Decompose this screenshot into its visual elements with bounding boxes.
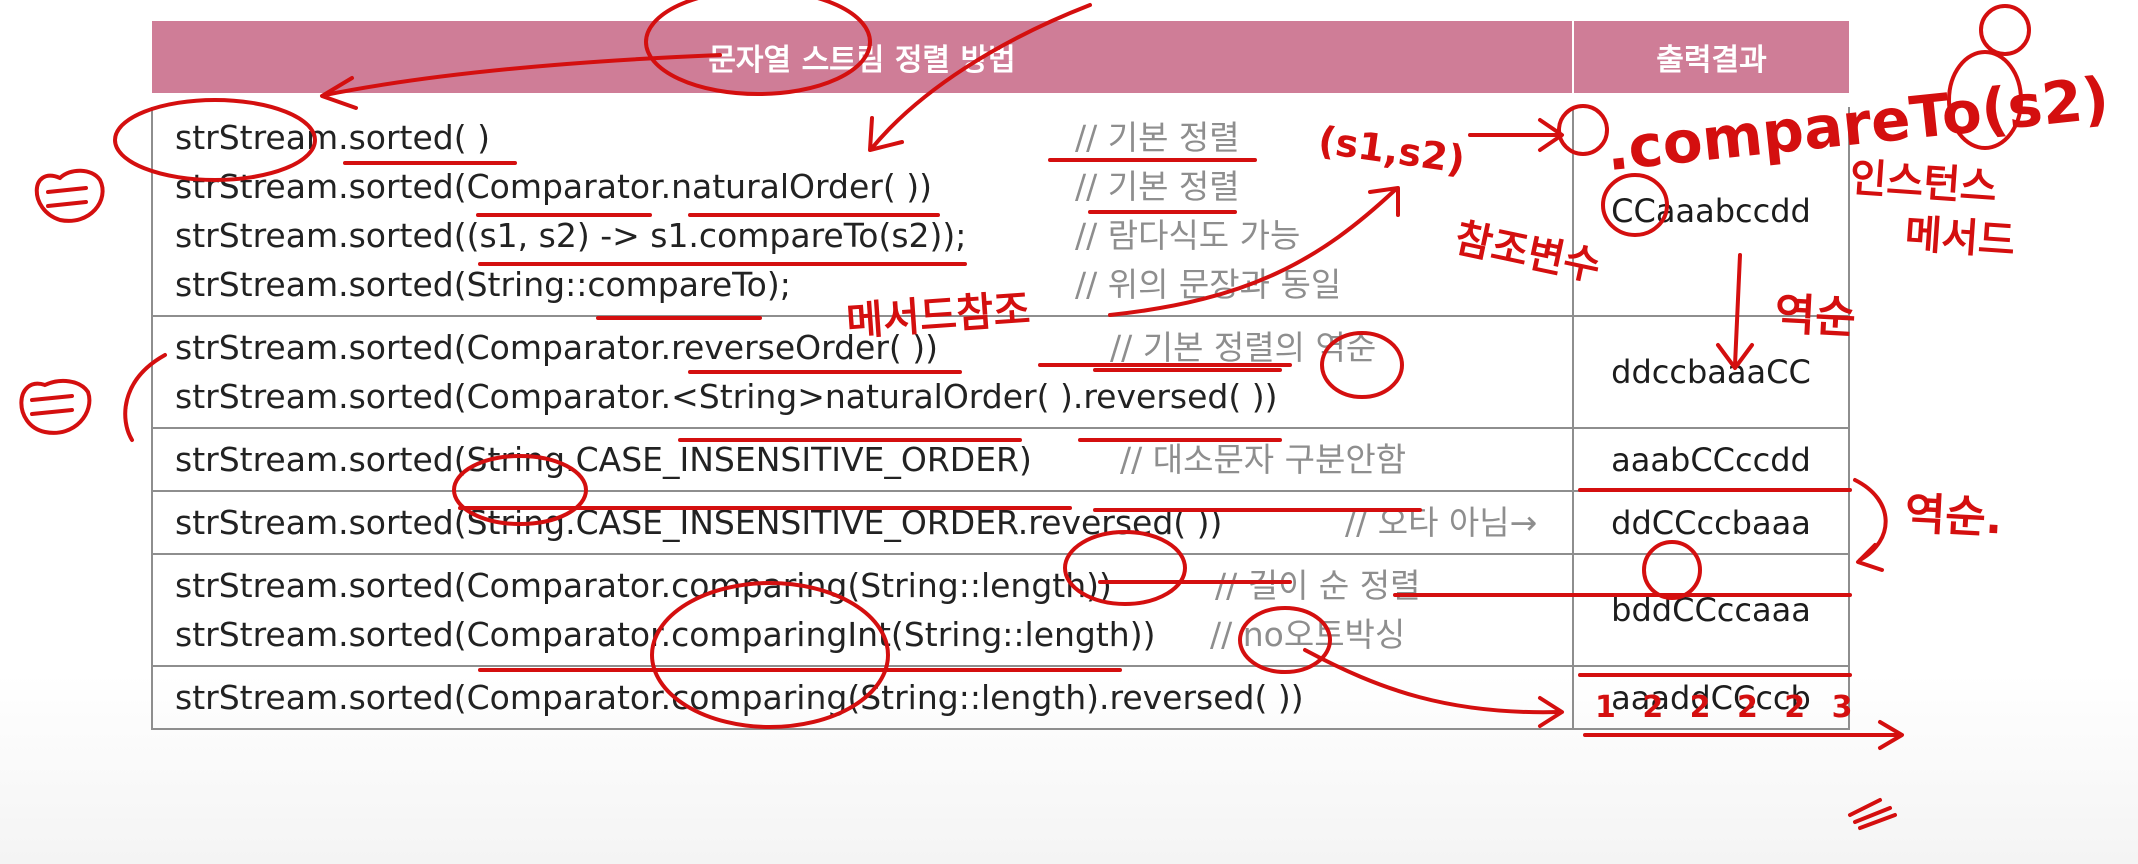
code-text: strStream.sorted(String::compareTo); [175,265,791,304]
method-cell: strStream.sorted(String.CASE_INSENSITIVE… [151,427,1574,492]
code-text: strStream.sorted((s1, s2) -> s1.compareT… [175,216,967,255]
ink-brace [1853,478,1888,562]
method-cell: strStream.sorted(String.CASE_INSENSITIVE… [151,490,1574,555]
code-text: strStream.sorted(Comparator.comparingInt… [175,615,1156,654]
code-text: strStream.sorted(String.CASE_INSENSITIVE… [175,503,1223,542]
ink-equals-line [46,200,88,208]
code-comment: // no오토박싱 [1210,615,1406,654]
table-row: strStream.sorted(Comparator.comparing(St… [151,553,1850,667]
code-text: strStream.sorted(Comparator.<String>natu… [175,377,1278,416]
ink-circle-two [1979,4,2031,56]
code-line: strStream.sorted(String.CASE_INSENSITIVE… [175,435,1572,484]
ink-equals-line [30,394,74,402]
code-text: strStream.sorted( ) [175,118,490,157]
slide: 문자열 스트림 정렬 방법 출력결과 strStream.sorted( ) //… [0,0,2138,864]
code-line: strStream.sorted(Comparator.comparing(St… [175,673,1572,722]
code-comment: // 대소문자 구분안함 [1120,440,1407,479]
method-column-header: 문자열 스트림 정렬 방법 [152,21,1574,107]
ink-equals-mark [34,168,105,223]
code-line: strStream.sorted((s1, s2) -> s1.compareT… [175,211,1572,260]
method-cell: strStream.sorted(Comparator.comparing(St… [151,553,1574,667]
code-comment: // 람다식도 가능 [1075,216,1301,255]
code-comment: // 기본 정렬 [1075,167,1240,206]
table-row: strStream.sorted(String.CASE_INSENSITIVE… [151,427,1850,492]
code-text: strStream.sorted(String.CASE_INSENSITIVE… [175,440,1032,479]
stream-sort-table: 문자열 스트림 정렬 방법 출력결과 strStream.sorted( ) //… [151,21,1850,730]
method-cell: strStream.sorted(Comparator.comparing(St… [151,665,1574,730]
code-line: strStream.sorted(String.CASE_INSENSITIVE… [175,498,1572,547]
note-method-word: 메서드 [1903,211,2017,265]
note-reverse-1: 역순 [1773,288,1858,345]
code-comment: // 기본 정렬의 역순 [1110,328,1377,367]
code-text: strStream.sorted(Comparator.reverseOrder… [175,328,939,367]
note-length-marks: 1 2 2 2 2 3 [1595,690,1861,725]
ink-arrowhead [1856,543,1884,572]
code-comment: // 오타 아님→ [1345,503,1538,542]
ink-equals-line [30,408,74,416]
table-header-row: 문자열 스트림 정렬 방법 출력결과 [152,21,1849,107]
output-cell: ddCCccbaaa [1572,490,1850,555]
code-comment: // 위의 문장과 동일 [1075,265,1342,304]
code-text: strStream.sorted(Comparator.comparing(St… [175,566,1112,605]
ink-equals-mark [19,378,92,435]
note-reverse-2: 역순. [1903,488,2004,545]
code-line: strStream.sorted(Comparator.comparing(St… [175,561,1572,610]
ink-arrowhead [1878,720,1904,750]
code-line: strStream.sorted(Comparator.<String>natu… [175,372,1572,421]
code-line: strStream.sorted(Comparator.naturalOrder… [175,162,1572,211]
ink-scribble [1848,798,1897,830]
output-cell: bddCCccaaa [1572,553,1850,667]
output-column-header: 출력결과 [1573,21,1849,107]
code-text: strStream.sorted(Comparator.comparing(St… [175,678,1304,717]
code-line: strStream.sorted(Comparator.comparingInt… [175,610,1572,659]
table-row: strStream.sorted(String.CASE_INSENSITIVE… [151,490,1850,555]
code-comment: // 길이 순 정렬 [1215,566,1421,605]
ink-equals-line [46,186,88,194]
code-comment: // 기본 정렬 [1075,118,1240,157]
code-text: strStream.sorted(Comparator.naturalOrder… [175,167,932,206]
output-cell: aaabCCccdd [1572,427,1850,492]
